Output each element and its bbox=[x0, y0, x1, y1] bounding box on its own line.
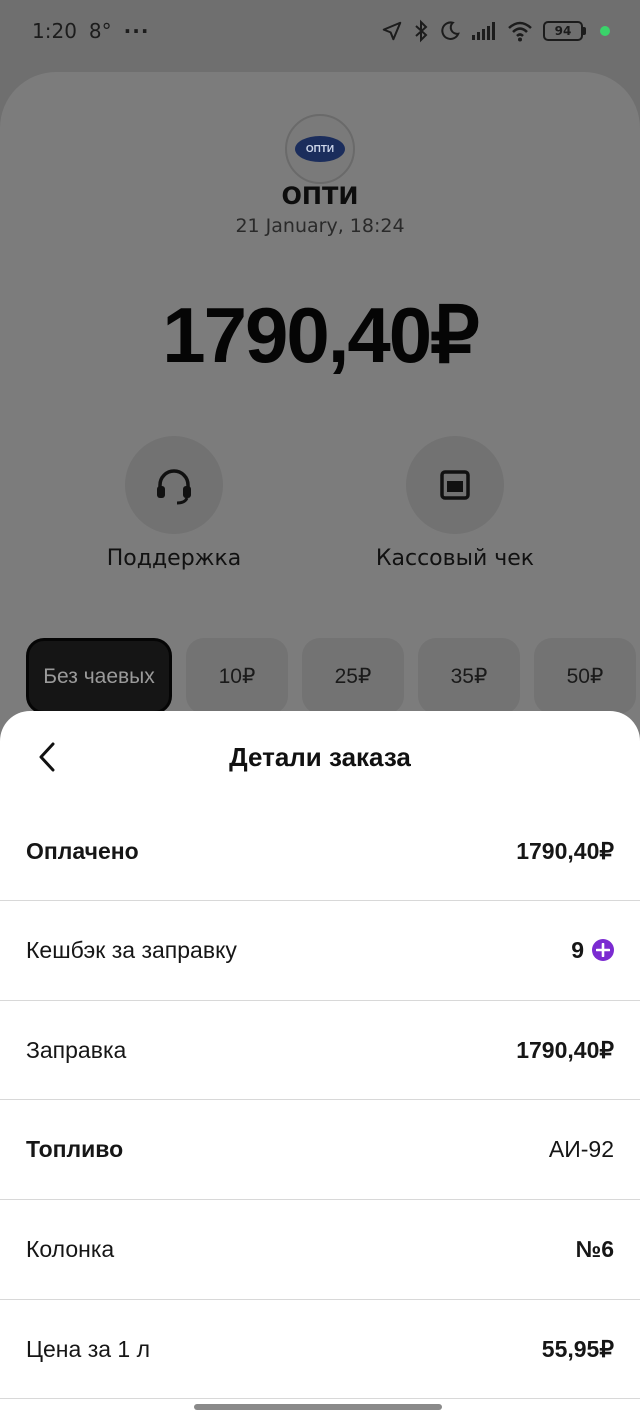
details-list: Оплачено 1790,40₽ Кешбэк за заправку 9 З… bbox=[0, 803, 640, 1400]
privacy-indicator-icon bbox=[600, 26, 610, 36]
sheet-title: Детали заказа bbox=[229, 741, 411, 772]
detail-row-refuel: Заправка 1790,40₽ bbox=[0, 1001, 640, 1101]
detail-row-fuel: Топливо АИ-92 bbox=[0, 1100, 640, 1201]
status-temperature: 8° bbox=[88, 19, 112, 43]
receipt-label: Кассовый чек bbox=[375, 546, 535, 571]
detail-value: №6 bbox=[575, 1235, 614, 1262]
location-icon bbox=[382, 21, 402, 41]
detail-value: АИ-92 bbox=[548, 1136, 614, 1163]
cashback-amount: 9 bbox=[571, 936, 584, 963]
plus-points-icon bbox=[592, 939, 614, 962]
battery-tip bbox=[583, 27, 586, 35]
order-amount: 1790,40₽ bbox=[162, 291, 480, 379]
tip-option-50[interactable]: 50₽ bbox=[534, 638, 636, 714]
tips-selector: Без чаевых 10₽ 25₽ 35₽ 50₽ bbox=[26, 638, 636, 714]
detail-label: Цена за 1 л bbox=[26, 1335, 151, 1362]
detail-label: Топливо bbox=[26, 1136, 124, 1163]
cashback-value: 9 bbox=[571, 937, 614, 964]
station-logo: ОПТИ bbox=[285, 114, 355, 184]
status-bar: 1:20 8° ··· 94 bbox=[0, 0, 640, 62]
signal-icon bbox=[472, 22, 495, 40]
status-right: 94 bbox=[381, 19, 610, 43]
support-icon-circle[interactable] bbox=[125, 436, 223, 534]
receipt-icon bbox=[440, 470, 470, 500]
detail-label: Оплачено bbox=[26, 838, 139, 864]
back-button[interactable] bbox=[28, 737, 68, 777]
status-more-icon: ··· bbox=[123, 19, 150, 43]
support-label: Поддержка bbox=[106, 546, 242, 571]
detail-row-pump: Колонка №6 bbox=[0, 1200, 640, 1300]
battery-level: 94 bbox=[543, 21, 583, 41]
detail-value: 1790,40₽ bbox=[516, 838, 614, 864]
detail-row-paid: Оплачено 1790,40₽ bbox=[0, 803, 640, 901]
bluetooth-icon bbox=[415, 19, 428, 43]
detail-label: Кешбэк за заправку bbox=[26, 936, 237, 963]
sheet-header: Детали заказа bbox=[0, 711, 640, 803]
chevron-left-icon bbox=[39, 742, 55, 772]
station-logo-text: ОПТИ bbox=[295, 136, 345, 162]
moon-icon bbox=[441, 21, 460, 40]
headset-icon bbox=[157, 469, 191, 505]
receipt-button[interactable]: Кассовый чек bbox=[335, 436, 575, 571]
detail-value: 55,95₽ bbox=[541, 1335, 614, 1362]
tip-option-35[interactable]: 35₽ bbox=[418, 638, 520, 714]
tip-option-10[interactable]: 10₽ bbox=[186, 638, 288, 714]
receipt-icon-circle[interactable] bbox=[406, 436, 504, 534]
station-name: ОПТИ bbox=[281, 182, 359, 210]
order-date: 21 January, 18:24 bbox=[235, 215, 405, 237]
status-time: 1:20 bbox=[32, 19, 77, 43]
tip-option-none[interactable]: Без чаевых bbox=[26, 638, 172, 714]
detail-row-price: Цена за 1 л 55,95₽ bbox=[0, 1300, 640, 1400]
wifi-icon bbox=[508, 21, 532, 42]
status-left: 1:20 8° ··· bbox=[32, 19, 149, 43]
order-details-sheet: Детали заказа Оплачено 1790,40₽ Кешбэк з… bbox=[0, 711, 640, 1423]
home-indicator[interactable] bbox=[194, 1404, 442, 1410]
battery-icon: 94 bbox=[543, 21, 586, 41]
detail-row-cashback: Кешбэк за заправку 9 bbox=[0, 901, 640, 1001]
support-button[interactable]: Поддержка bbox=[54, 436, 294, 571]
detail-label: Заправка bbox=[26, 1036, 127, 1063]
detail-label: Колонка bbox=[26, 1235, 115, 1262]
tip-option-25[interactable]: 25₽ bbox=[302, 638, 404, 714]
detail-value: 1790,40₽ bbox=[516, 1036, 614, 1063]
